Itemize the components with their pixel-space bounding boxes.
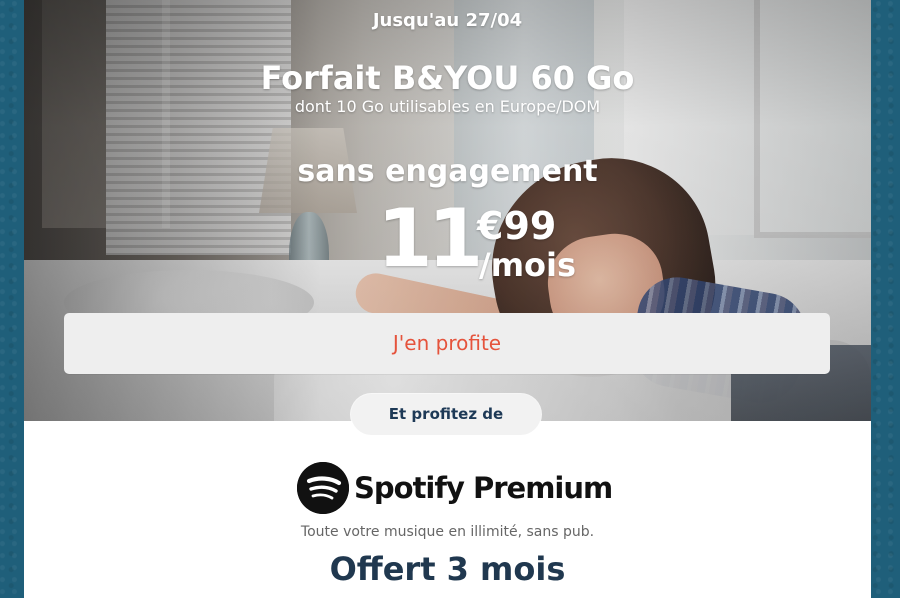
price-main: 11 [377,192,483,285]
spotify-logo-icon [297,462,349,514]
spotify-description: Toute votre musique en illimité, sans pu… [300,524,595,540]
spotify-offer-text: Offert 3 mois [329,550,566,588]
price-display: 11 €99 /mois [354,199,594,291]
price-period: /mois [479,246,577,284]
plan-title: Forfait B&YOU 60 Go [260,59,635,97]
price-cents: €99 [477,204,557,248]
spotify-brand-name: Spotify Premium [354,471,613,505]
engagement-text: sans engagement [297,154,598,189]
bonus-label: Et profitez de [351,394,541,435]
cta-button[interactable]: J'en profite [64,313,830,374]
plan-subtitle: dont 10 Go utilisables en Europe/DOM [294,97,601,116]
spotify-brand: Spotify Premium [297,462,613,514]
promo-email: Jusqu'au 27/04 Forfait B&YOU 60 Go dont … [24,0,871,598]
promo-date: Jusqu'au 27/04 [372,10,523,31]
hero-banner: Jusqu'au 27/04 Forfait B&YOU 60 Go dont … [24,0,871,421]
